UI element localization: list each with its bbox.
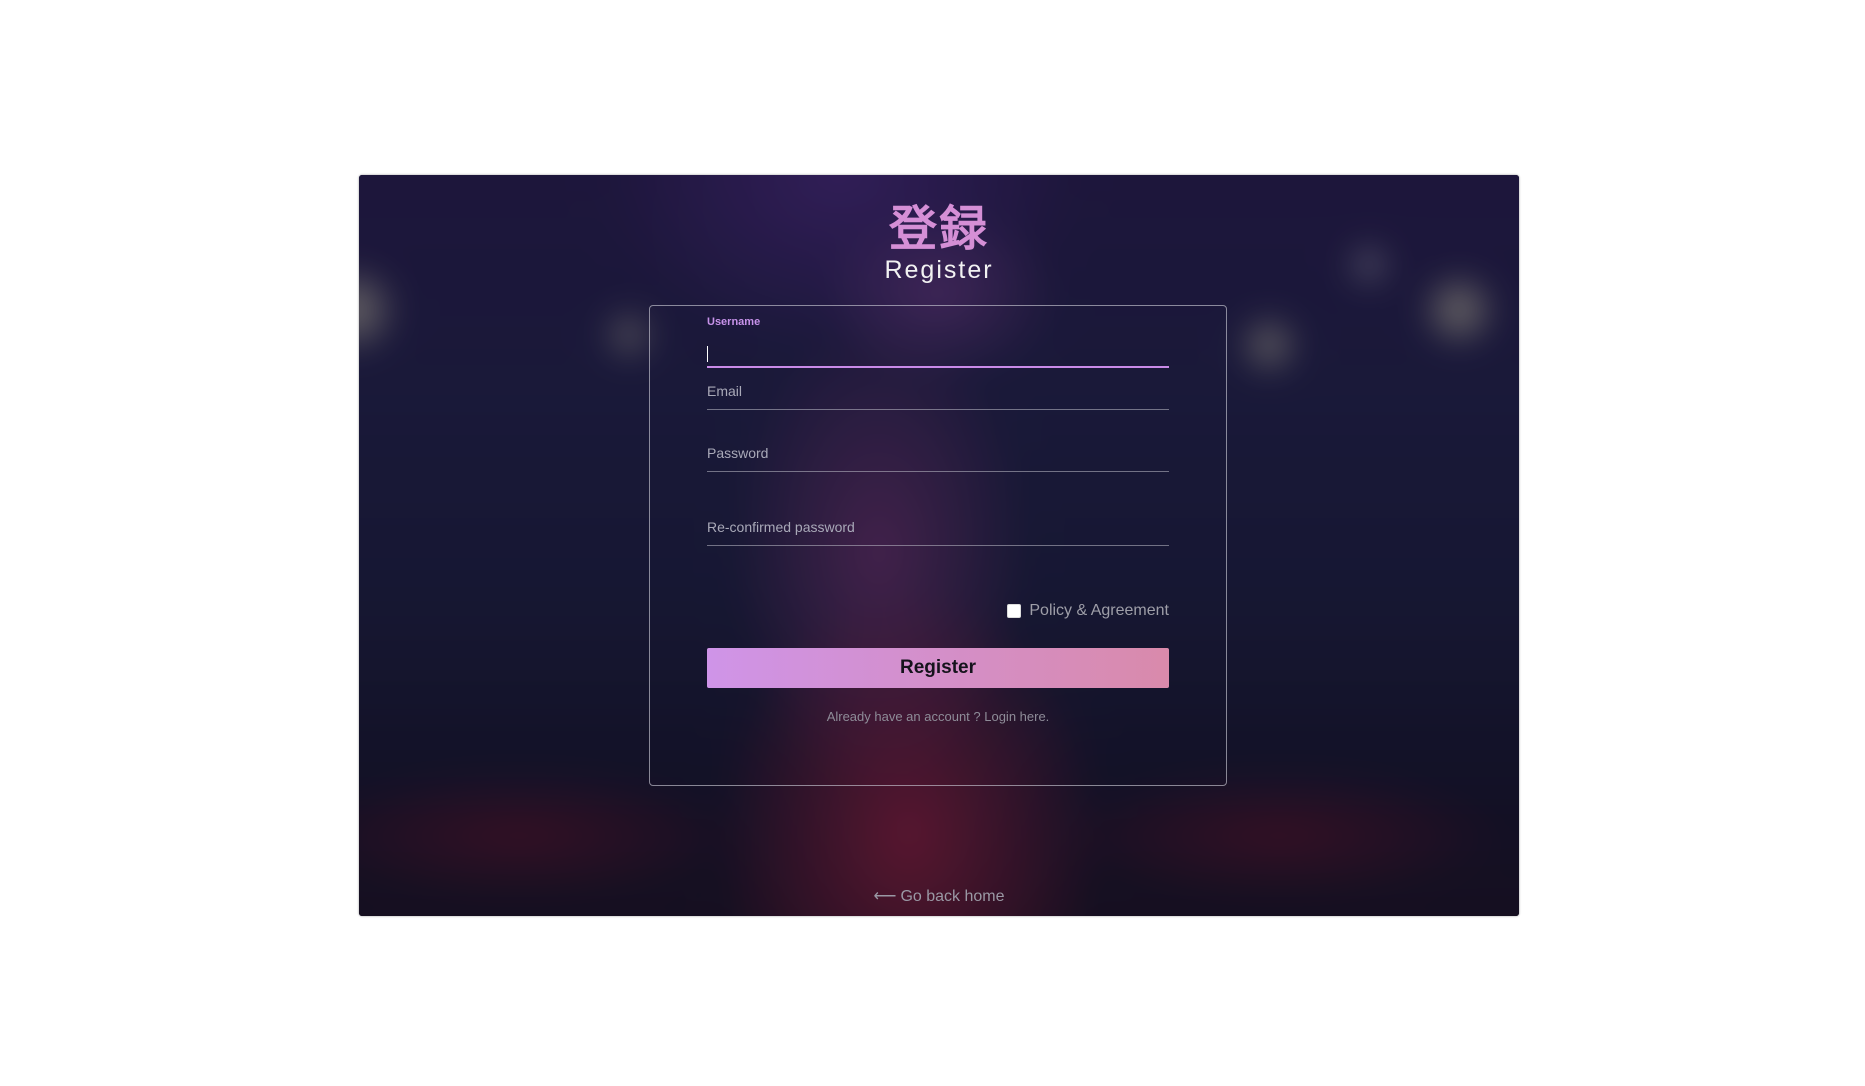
email-field[interactable]	[707, 374, 1169, 410]
page-title-japanese: 登録	[888, 201, 989, 257]
back-home-link[interactable]: ⟵ Go back home	[359, 886, 1519, 906]
back-home-label: Go back home	[900, 888, 1005, 905]
arrow-left-icon: ⟵	[873, 888, 897, 905]
login-link[interactable]: Already have an account ? Login here.	[650, 709, 1226, 724]
register-panel: 登録 Register Username Policy & Agreement …	[359, 175, 1519, 916]
username-field[interactable]: Username	[707, 316, 1169, 368]
confirm-password-input[interactable]	[707, 515, 1169, 539]
policy-agreement[interactable]: Policy & Agreement	[1007, 602, 1169, 620]
page-title: Register	[884, 256, 994, 284]
policy-checkbox[interactable]	[1007, 604, 1022, 618]
email-input[interactable]	[707, 379, 1169, 403]
password-field[interactable]	[707, 436, 1169, 472]
confirm-password-field[interactable]	[707, 510, 1169, 546]
password-input[interactable]	[707, 441, 1169, 465]
username-input[interactable]	[707, 336, 1169, 360]
register-form: Username Policy & Agreement Register Alr…	[649, 305, 1227, 786]
username-label: Username	[707, 316, 761, 328]
register-button[interactable]: Register	[707, 648, 1169, 688]
policy-label[interactable]: Policy & Agreement	[1029, 602, 1169, 620]
